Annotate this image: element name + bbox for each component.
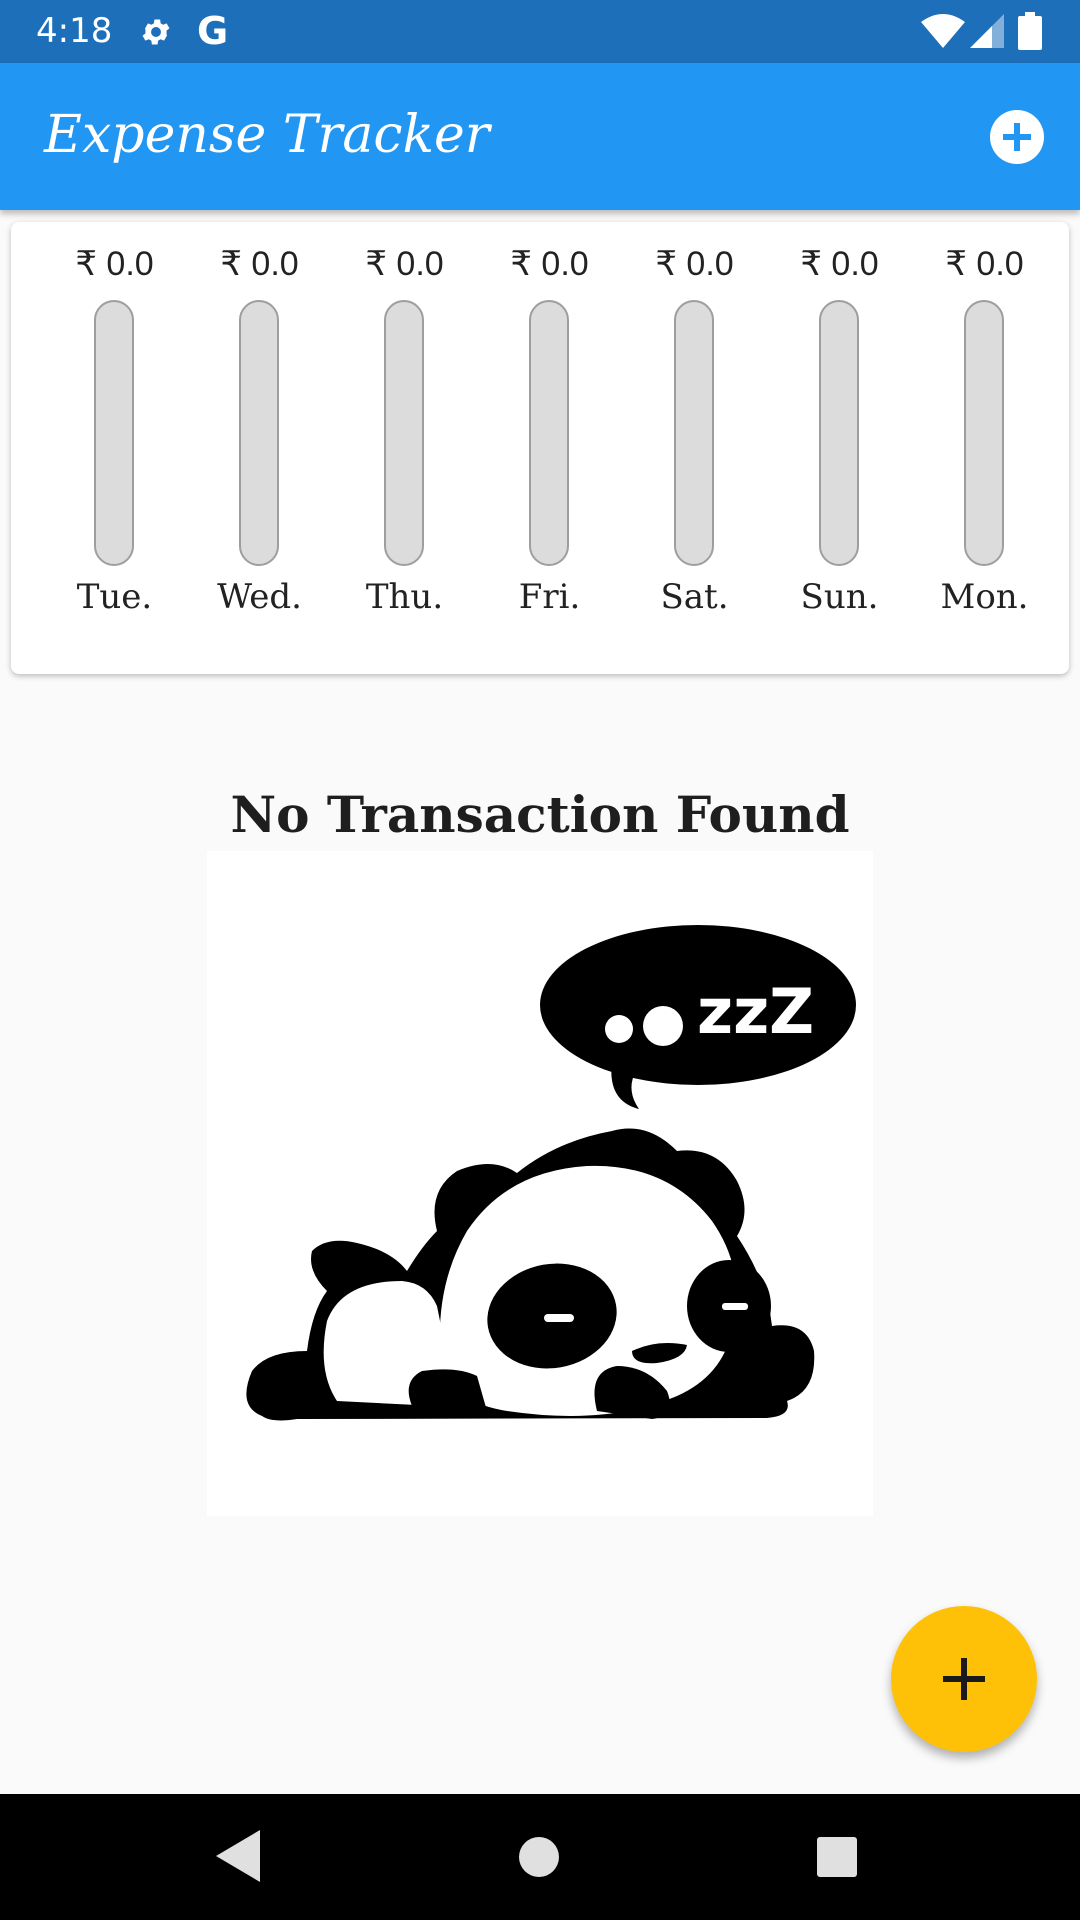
chart-bar-fri: ₹ 0.0 Fri.	[477, 222, 622, 674]
gear-icon	[142, 19, 170, 45]
wifi-icon	[921, 14, 965, 48]
sleeping-panda-icon: zzZ	[246, 925, 856, 1421]
empty-state-title: No Transaction Found	[230, 785, 850, 844]
bar-track	[529, 300, 569, 566]
weekly-chart-card: ₹ 0.0 Tue. ₹ 0.0 Wed. ₹ 0.0 Thu. ₹ 0.0 F…	[11, 222, 1069, 674]
empty-state-image: zzZ	[207, 851, 873, 1516]
bar-track	[239, 300, 279, 566]
bar-amount: ₹ 0.0	[75, 245, 154, 283]
chart-bar-sun: ₹ 0.0 Sun.	[767, 222, 912, 674]
status-time: 4:18	[36, 11, 113, 51]
bar-track	[964, 300, 1004, 566]
home-icon[interactable]	[518, 1836, 560, 1878]
chart-bar-thu: ₹ 0.0 Thu.	[332, 222, 477, 674]
bar-amount: ₹ 0.0	[510, 245, 589, 283]
bar-track	[94, 300, 134, 566]
recents-icon[interactable]	[817, 1837, 857, 1877]
add-transaction-fab[interactable]	[891, 1606, 1037, 1752]
signal-icon	[970, 14, 1004, 48]
chart-bar-mon: ₹ 0.0 Mon.	[912, 222, 1057, 674]
add-circle-icon[interactable]	[990, 110, 1044, 164]
back-icon[interactable]	[216, 1830, 260, 1882]
bar-track	[819, 300, 859, 566]
chart-bar-sat: ₹ 0.0 Sat.	[622, 222, 767, 674]
bar-amount: ₹ 0.0	[220, 245, 299, 283]
chart-bar-tue: ₹ 0.0 Tue.	[42, 222, 187, 674]
bar-day-label: Tue.	[76, 577, 153, 617]
bar-day-label: Mon.	[940, 577, 1029, 617]
bar-day-label: Sun.	[800, 577, 879, 617]
battery-icon	[1018, 12, 1042, 50]
bubble-text: zzZ	[697, 975, 814, 1048]
bar-amount: ₹ 0.0	[365, 245, 444, 283]
bar-day-label: Fri.	[518, 577, 581, 617]
app-bar: Expense Tracker	[0, 63, 1080, 210]
bar-amount: ₹ 0.0	[945, 245, 1024, 283]
bar-day-label: Wed.	[217, 577, 302, 617]
chart-bar-wed: ₹ 0.0 Wed.	[187, 222, 332, 674]
bar-amount: ₹ 0.0	[655, 245, 734, 283]
bar-track	[384, 300, 424, 566]
bar-day-label: Sat.	[660, 577, 729, 617]
bar-track	[674, 300, 714, 566]
plus-icon	[943, 1658, 985, 1700]
bar-amount: ₹ 0.0	[800, 245, 879, 283]
bar-day-label: Thu.	[365, 577, 444, 617]
google-g-icon: G	[197, 9, 229, 53]
system-nav-bar	[0, 1794, 1080, 1920]
app-title: Expense Tracker	[44, 105, 490, 165]
status-bar: 4:18 G	[0, 0, 1080, 63]
